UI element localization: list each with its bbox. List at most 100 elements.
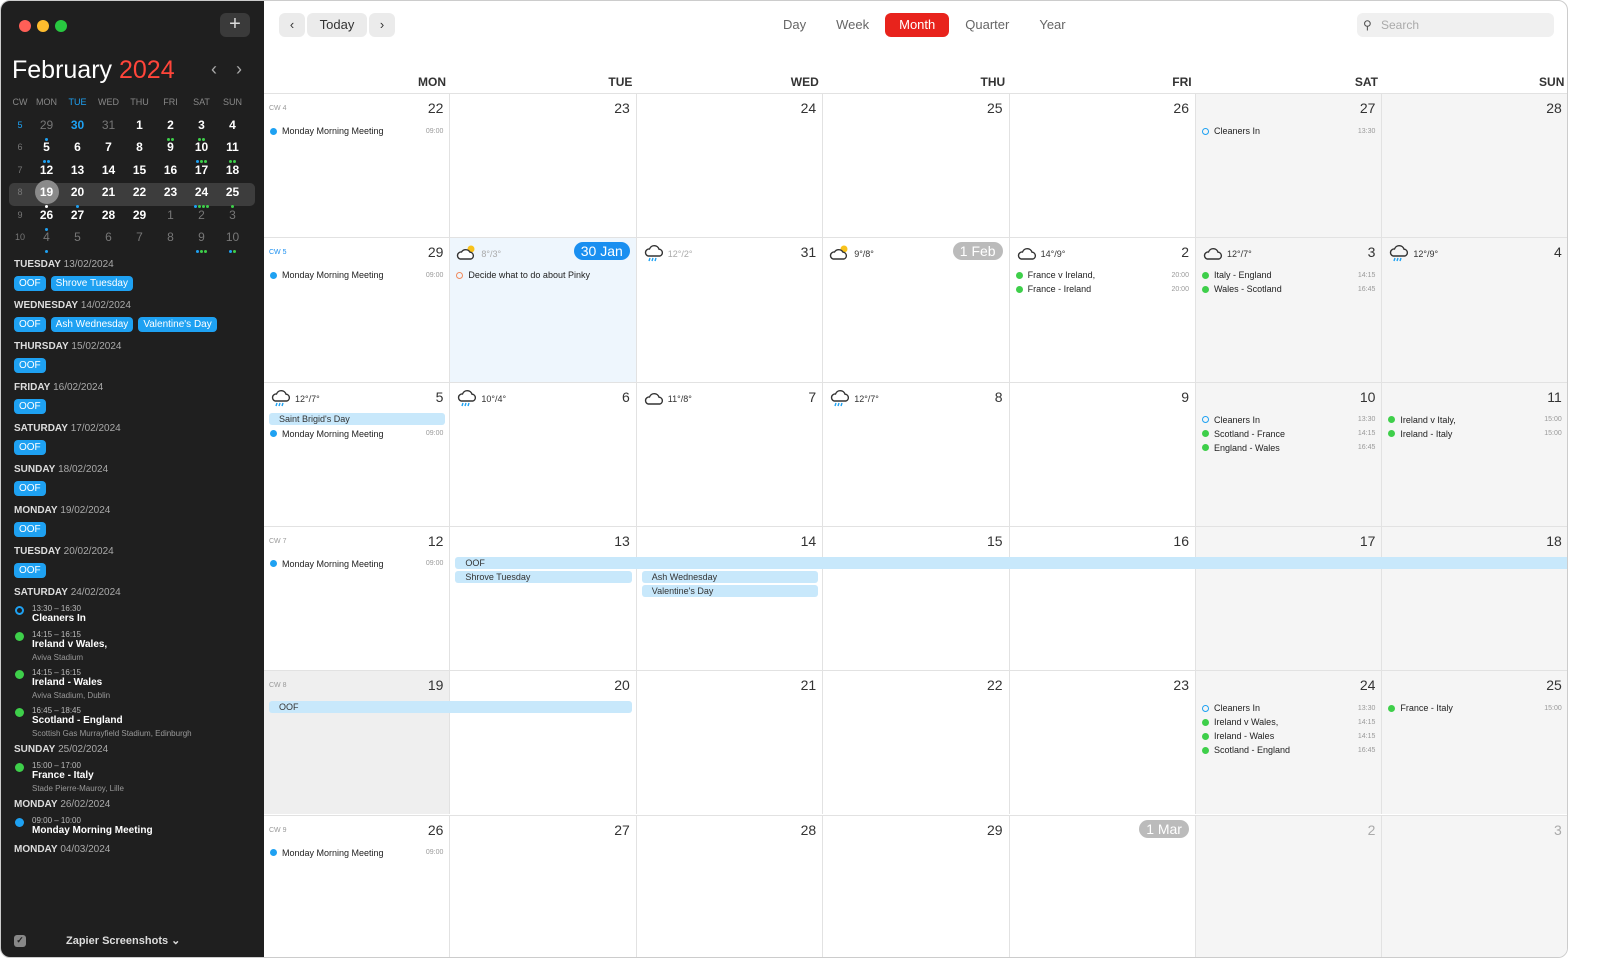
mini-day[interactable]: 14 xyxy=(93,161,124,186)
event[interactable]: Ireland v Italy, 15:00 xyxy=(1388,413,1562,427)
event[interactable]: Decide what to do about Pinky xyxy=(456,268,629,282)
event[interactable]: Monday Morning Meeting 09:00 xyxy=(270,557,443,571)
day-cell[interactable]: 2 xyxy=(1196,814,1383,957)
mini-day[interactable]: 7 xyxy=(124,228,155,250)
agenda-event[interactable]: 09:00 – 10:00 Monday Morning Meeting xyxy=(14,816,254,836)
agenda-event[interactable]: 14:15 – 16:15 Ireland v Wales, Aviva Stadi… xyxy=(14,630,254,662)
all-day-event-bar[interactable]: Saint Brigid's Day xyxy=(269,412,446,425)
calendar-selector[interactable]: ✓ Zapier Screenshots ⌄ xyxy=(14,934,254,948)
all-day-event-bar[interactable]: OOF xyxy=(455,556,1567,569)
day-cell[interactable]: 1 Feb 9°/8° xyxy=(823,237,1010,382)
day-cell[interactable]: 3 12°/7° Italy - England 14:15 Wales - Scotl… xyxy=(1196,237,1383,382)
mini-day[interactable]: 7 xyxy=(93,138,124,160)
all-day-chip[interactable]: Ash Wednesday xyxy=(50,317,134,332)
day-cell[interactable]: 14 xyxy=(636,525,824,671)
mini-day[interactable]: 5 xyxy=(62,228,93,250)
day-cell[interactable]: 1 Mar xyxy=(1009,814,1196,957)
day-cell[interactable]: 27 xyxy=(450,814,637,957)
day-cell[interactable]: 24 Cleaners In 13:30 Ireland v Wales, 14:15 I… xyxy=(1196,670,1383,815)
mini-day[interactable]: 10 xyxy=(186,138,217,164)
mini-day[interactable]: 22 xyxy=(124,183,155,205)
event[interactable]: Monday Morning Meeting 09:00 xyxy=(270,846,443,860)
plus-icon[interactable]: + xyxy=(220,13,250,37)
event[interactable]: Ireland - Wales 14:15 xyxy=(1202,729,1375,743)
close-window-button[interactable] xyxy=(19,20,31,32)
event[interactable]: Scotland - England 16:45 xyxy=(1202,743,1375,757)
day-cell[interactable]: 25 France - Italy 15:00 xyxy=(1382,670,1567,815)
mini-day[interactable]: 15 xyxy=(124,161,155,186)
view-tab-quarter[interactable]: Quarter xyxy=(951,13,1023,37)
day-cell[interactable]: 22 xyxy=(823,670,1010,815)
all-day-event-bar[interactable]: Ash Wednesday xyxy=(641,570,819,583)
day-cell[interactable]: 10 Cleaners In 13:30 Scotland - France 14:15… xyxy=(1196,381,1383,526)
agenda-event[interactable]: 15:00 – 17:00 France - Italy Stade Pierre-… xyxy=(14,761,254,793)
agenda-event[interactable]: 13:30 – 16:30 Cleaners In xyxy=(14,604,254,624)
mini-day[interactable]: 27 xyxy=(62,206,93,228)
mini-day[interactable]: 10 xyxy=(217,228,248,254)
event[interactable]: France - Italy 15:00 xyxy=(1388,701,1562,715)
day-cell[interactable]: 29 CW 5 Monday Morning Meeting 09:00 xyxy=(264,237,451,382)
day-cell[interactable]: 29 xyxy=(823,814,1010,957)
mini-day[interactable]: 2 xyxy=(186,206,217,228)
view-tab-year[interactable]: Year xyxy=(1025,13,1079,37)
day-cell[interactable]: 7 11°/8° xyxy=(636,381,824,526)
event[interactable]: Ireland v Wales, 14:15 xyxy=(1202,715,1375,729)
mini-day[interactable]: 31 xyxy=(93,116,124,138)
day-cell[interactable]: 28 xyxy=(636,814,824,957)
day-cell[interactable]: 11 Ireland v Italy, 15:00 Ireland - Italy 15… xyxy=(1382,381,1567,526)
mini-day[interactable]: 17 xyxy=(186,161,217,186)
all-day-chip[interactable]: OOF xyxy=(14,522,46,537)
mini-day[interactable]: 3 xyxy=(186,116,217,141)
day-cell[interactable]: 13 xyxy=(450,525,637,671)
chevron-left-icon[interactable]: ‹ xyxy=(211,59,217,80)
all-day-chip[interactable]: Shrove Tuesday xyxy=(50,276,133,291)
mini-day[interactable]: 25 xyxy=(217,183,248,209)
event[interactable]: Ireland - Italy 15:00 xyxy=(1388,427,1562,441)
day-cell[interactable]: 12 CW 7 Monday Morning Meeting 09:00 xyxy=(264,525,451,671)
mini-day[interactable]: 3 xyxy=(217,206,248,228)
mini-day[interactable]: 8 xyxy=(124,138,155,160)
prev-month-button[interactable]: ‹ xyxy=(279,13,305,37)
day-cell[interactable]: 28 xyxy=(1382,93,1567,238)
all-day-event-bar[interactable]: OOF xyxy=(269,701,632,714)
mini-day[interactable]: 4 xyxy=(217,116,248,138)
mini-day[interactable]: 26 xyxy=(31,206,62,231)
mini-day[interactable]: 23 xyxy=(155,183,186,205)
today-button[interactable]: Today xyxy=(307,13,367,37)
all-day-chip[interactable]: OOF xyxy=(14,440,46,455)
all-day-chip[interactable]: Valentine's Day xyxy=(138,317,217,332)
mini-day[interactable]: 13 xyxy=(62,161,93,186)
day-cell[interactable]: 15 xyxy=(823,525,1010,671)
calendar-name[interactable]: Zapier Screenshots ⌄ xyxy=(66,935,180,947)
mini-day[interactable]: 6 xyxy=(62,138,93,160)
mini-day[interactable]: 9 xyxy=(186,228,217,254)
event[interactable]: Scotland - France 14:15 xyxy=(1202,427,1375,441)
event[interactable]: England - Wales 16:45 xyxy=(1202,441,1375,455)
day-cell[interactable]: 2 14°/9° France v Ireland, 20:00 France - Ir… xyxy=(1009,237,1196,382)
event[interactable]: Cleaners In 13:30 xyxy=(1202,413,1375,427)
mini-day[interactable]: 18 xyxy=(217,161,248,186)
view-tab-month[interactable]: Month xyxy=(885,13,950,37)
mini-day[interactable]: 29 xyxy=(31,116,62,141)
day-cell[interactable]: 30 Jan 8°/3° Decide what to do about Pinky xyxy=(450,237,637,382)
mini-day[interactable]: 2 xyxy=(155,116,186,141)
mini-day[interactable]: 30 xyxy=(62,116,93,138)
day-cell[interactable]: 26 xyxy=(1009,93,1196,238)
all-day-chip[interactable]: OOF xyxy=(14,358,46,373)
mini-day[interactable]: 6 xyxy=(93,228,124,250)
checkbox-icon[interactable]: ✓ xyxy=(14,935,26,948)
mini-day[interactable]: 11 xyxy=(217,138,248,164)
mini-day[interactable]: 20 xyxy=(62,183,93,209)
mini-day[interactable]: 19 xyxy=(31,180,62,209)
day-cell[interactable]: 23 xyxy=(1009,670,1196,815)
all-day-chip[interactable]: OOF xyxy=(14,317,46,332)
mini-day[interactable]: 16 xyxy=(155,161,186,186)
event[interactable]: Monday Morning Meeting 09:00 xyxy=(270,268,443,282)
day-cell[interactable]: 23 xyxy=(450,93,637,238)
mini-day[interactable]: 4 xyxy=(31,228,62,254)
mini-day[interactable]: 21 xyxy=(93,183,124,205)
day-cell[interactable]: 19 CW 8 xyxy=(264,670,451,815)
event[interactable]: Cleaners In 13:30 xyxy=(1202,124,1375,138)
day-cell[interactable]: 6 10°/4° xyxy=(450,381,637,526)
all-day-chip[interactable]: OOF xyxy=(14,399,46,414)
